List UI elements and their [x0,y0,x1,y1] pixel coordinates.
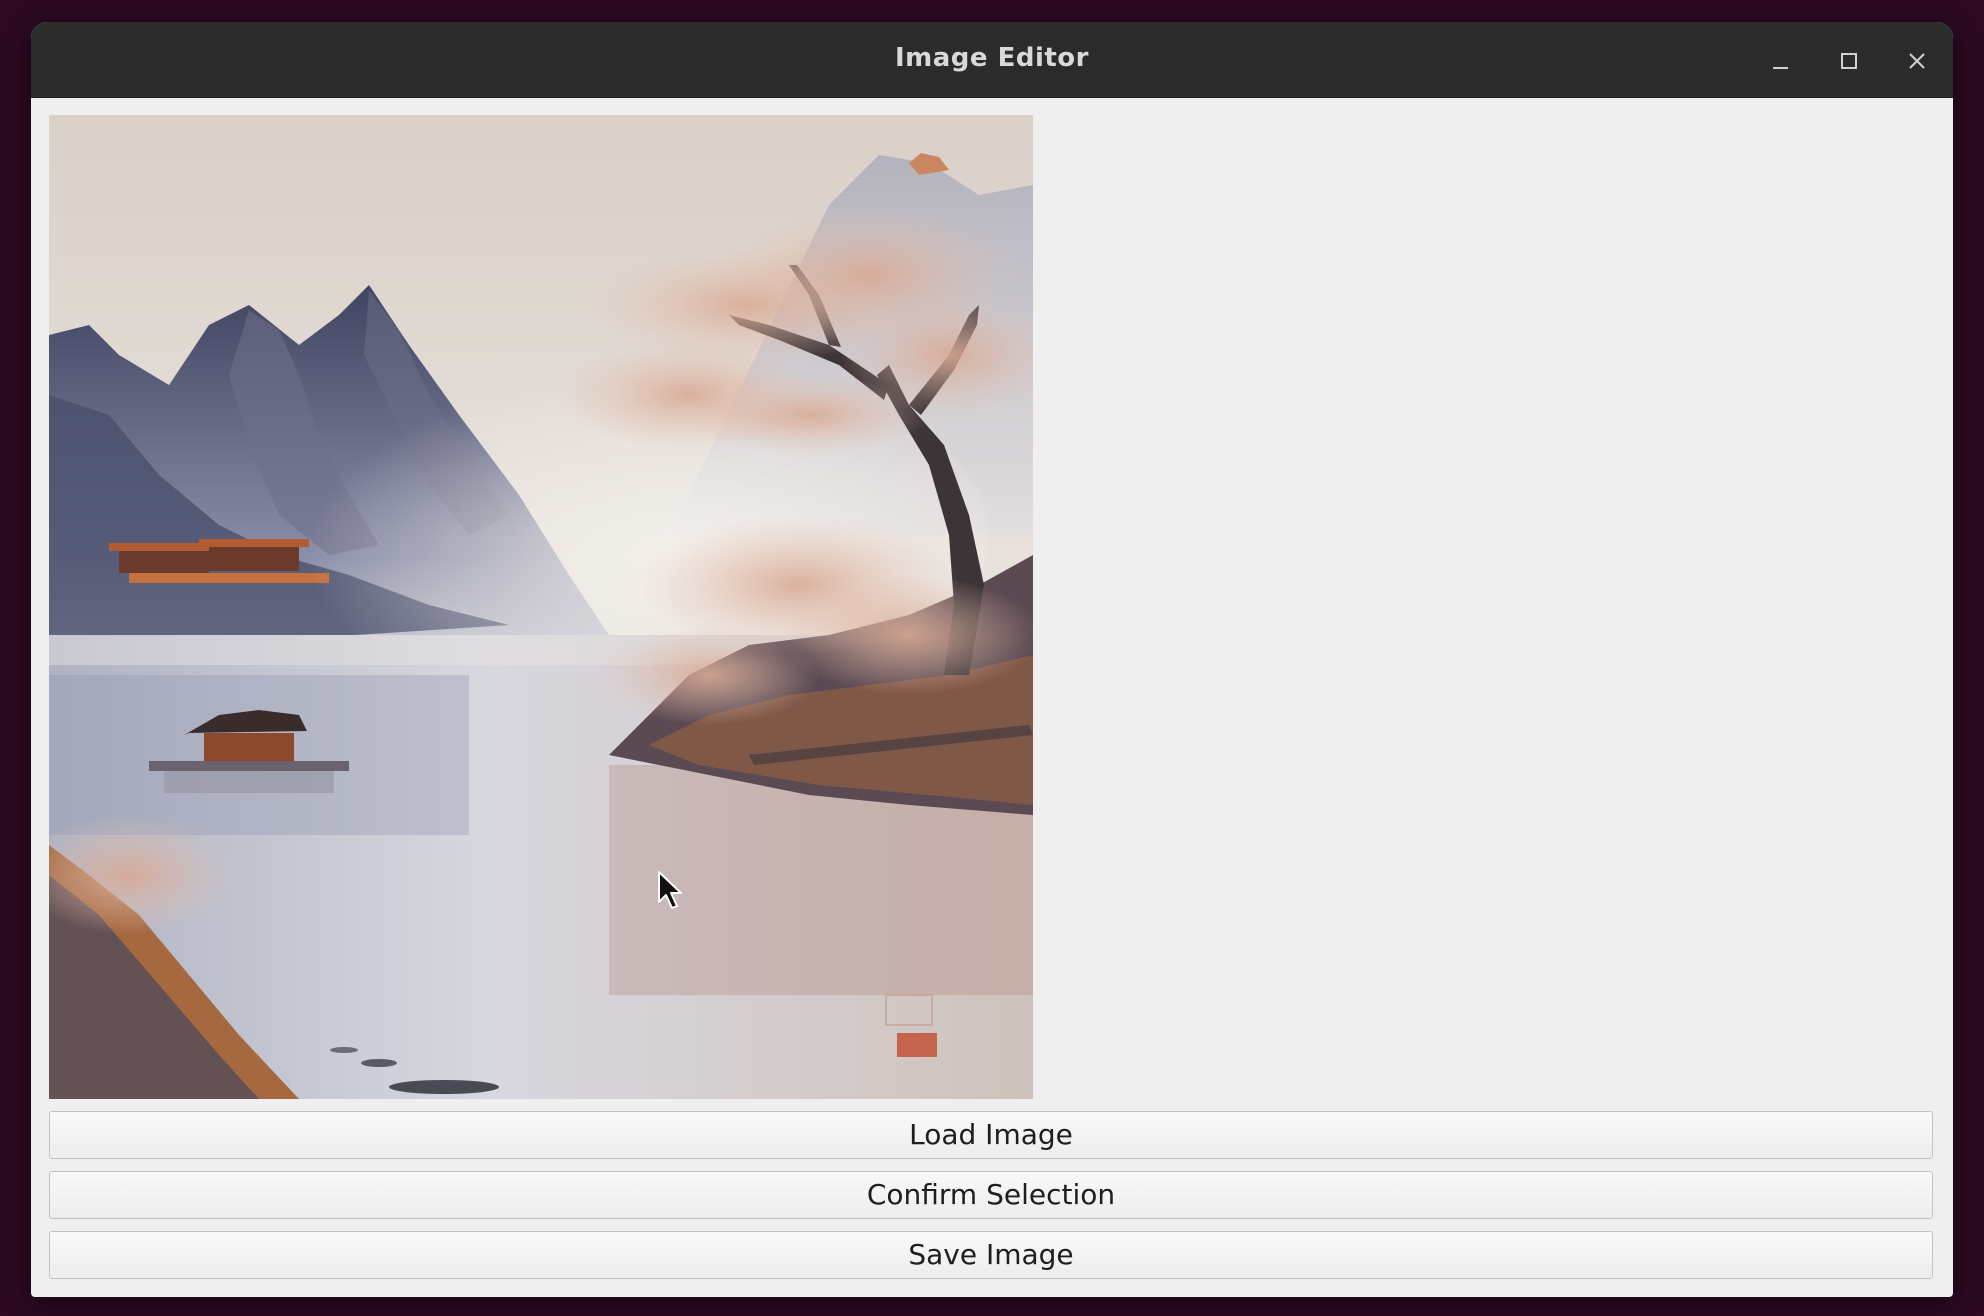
maximize-icon [1841,53,1857,69]
image-canvas[interactable] [49,115,1033,1099]
window-title: Image Editor [894,43,1089,73]
title-bar[interactable]: Image Editor [31,22,1953,98]
minimize-icon [1773,67,1788,69]
confirm-selection-button[interactable]: Confirm Selection [49,1171,1933,1219]
load-image-button[interactable]: Load Image [49,1111,1933,1159]
image-editor-window: Image Editor Load Image Confirm Selectio… [31,22,1953,1297]
save-image-button[interactable]: Save Image [49,1231,1933,1279]
minimize-button[interactable] [1758,38,1802,82]
landscape-painting [49,115,1033,1099]
close-button[interactable] [1894,38,1938,82]
maximize-button[interactable] [1826,38,1870,82]
action-buttons: Load Image Confirm Selection Save Image [49,1111,1933,1291]
close-icon [1909,53,1925,69]
